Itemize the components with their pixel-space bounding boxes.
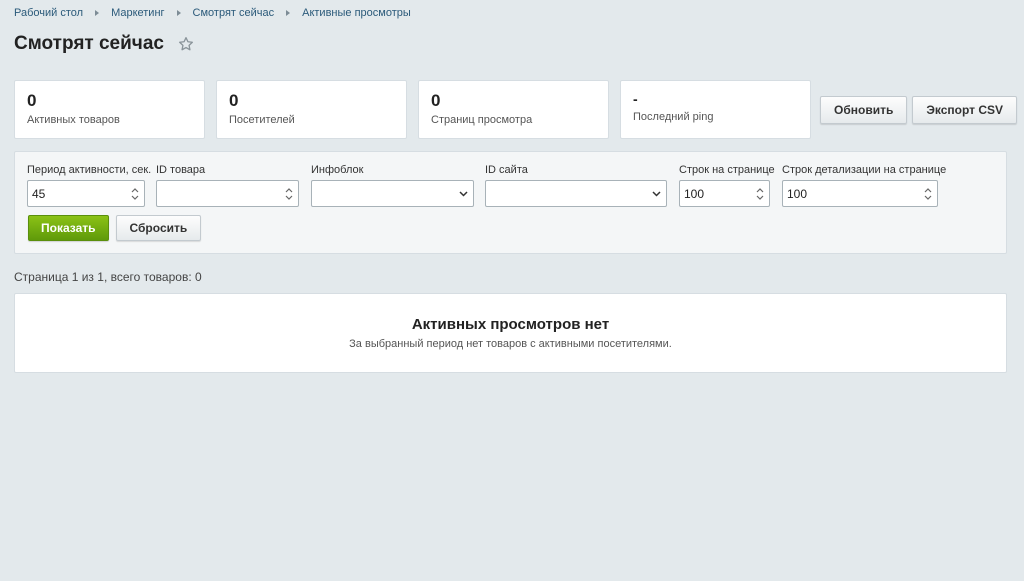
stat-label: Посетителей — [229, 114, 295, 126]
period-input-wrap — [27, 180, 145, 207]
empty-state-panel: Активных просмотров нет За выбранный пер… — [14, 293, 1007, 373]
breadcrumb: Рабочий стол Маркетинг Смотрят сейчас Ак… — [14, 7, 411, 19]
stat-card-visitors: 0 Посетителей — [216, 80, 407, 139]
site-id-select[interactable] — [485, 180, 667, 207]
product-id-input-wrap — [156, 180, 299, 207]
stat-value: 0 — [431, 91, 441, 110]
stat-card-last-ping: - Последний ping — [620, 80, 811, 139]
filter-actions: Показать Сбросить — [28, 215, 202, 241]
breadcrumb-item-desktop[interactable]: Рабочий стол — [14, 7, 83, 19]
rows-per-page-label: Строк на странице — [679, 164, 775, 176]
spinner-icon[interactable] — [284, 187, 294, 201]
field-product-id: ID товара — [156, 164, 299, 207]
empty-state-text: За выбранный период нет товаров с активн… — [349, 338, 672, 350]
pager-info: Страница 1 из 1, всего товаров: 0 — [14, 270, 202, 284]
field-rows-per-page: Строк на странице — [679, 164, 775, 207]
product-id-label: ID товара — [156, 164, 206, 176]
period-input[interactable] — [28, 181, 144, 206]
breadcrumb-separator-icon — [176, 10, 181, 16]
stat-label: Активных товаров — [27, 114, 120, 126]
breadcrumb-item-active-views: Активные просмотры — [302, 7, 411, 19]
stat-value: 0 — [229, 91, 239, 110]
spinner-icon[interactable] — [923, 187, 933, 201]
stat-label: Страниц просмотра — [431, 114, 533, 126]
show-button[interactable]: Показать — [28, 215, 109, 241]
detail-rows-per-page-input-wrap — [782, 180, 938, 207]
iblock-label: Инфоблок — [311, 164, 364, 176]
star-icon[interactable] — [177, 35, 195, 53]
rows-per-page-input-wrap — [679, 180, 770, 207]
stat-label: Последний ping — [633, 111, 714, 123]
period-label: Период активности, сек. — [27, 164, 152, 176]
field-iblock: Инфоблок — [311, 164, 474, 207]
site-id-label: ID сайта — [485, 164, 528, 176]
stat-value: 0 — [27, 91, 37, 110]
title-row: Смотрят сейчас — [14, 33, 195, 55]
stat-value: - — [633, 91, 638, 107]
detail-rows-per-page-label: Строк детализации на странице — [782, 164, 947, 176]
detail-rows-per-page-input[interactable] — [783, 181, 937, 206]
iblock-select[interactable] — [311, 180, 474, 207]
stats-row: 0 Активных товаров 0 Посетителей 0 Стран… — [14, 80, 811, 139]
header-actions: Обновить Экспорт CSV — [820, 96, 1018, 124]
field-period: Период активности, сек. — [27, 164, 152, 207]
chevron-down-icon — [652, 191, 661, 197]
breadcrumb-item-watching-now[interactable]: Смотрят сейчас — [193, 7, 275, 19]
spinner-icon[interactable] — [755, 187, 765, 201]
empty-state-title: Активных просмотров нет — [411, 316, 610, 333]
stat-card-active-products: 0 Активных товаров — [14, 80, 205, 139]
reset-button[interactable]: Сбросить — [115, 215, 202, 241]
chevron-down-icon — [459, 191, 468, 197]
filter-panel: Период активности, сек. ID товара Инфобл… — [14, 151, 1007, 254]
breadcrumb-separator-icon — [286, 10, 291, 16]
breadcrumb-item-marketing[interactable]: Маркетинг — [111, 7, 164, 19]
stat-card-page-views: 0 Страниц просмотра — [418, 80, 609, 139]
field-detail-rows-per-page: Строк детализации на странице — [782, 164, 947, 207]
product-id-input[interactable] — [157, 181, 298, 206]
page-title: Смотрят сейчас — [14, 33, 164, 54]
export-csv-button[interactable]: Экспорт CSV — [912, 96, 1018, 124]
breadcrumb-separator-icon — [95, 10, 100, 16]
spinner-icon[interactable] — [130, 187, 140, 201]
refresh-button[interactable]: Обновить — [820, 96, 908, 124]
field-site-id: ID сайта — [485, 164, 667, 207]
